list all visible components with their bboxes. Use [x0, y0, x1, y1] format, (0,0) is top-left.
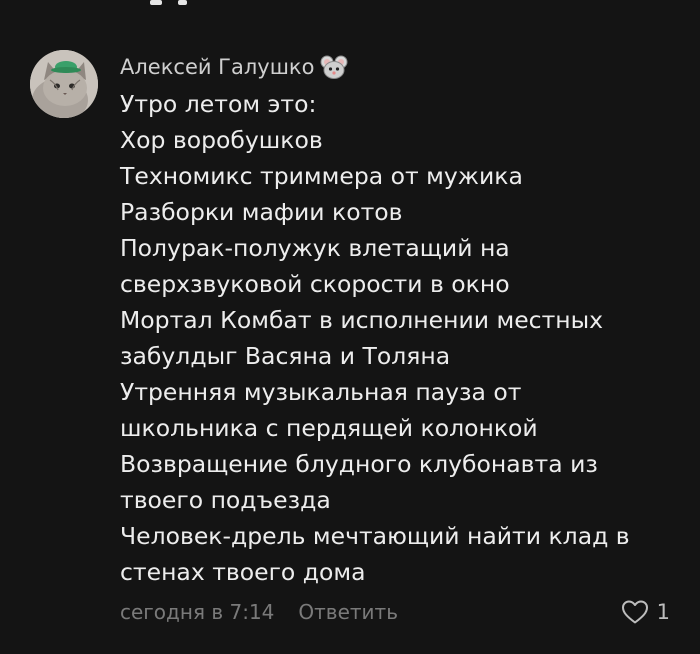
- comment-line: Полурак-полужук влетащий на: [120, 234, 510, 262]
- comment-line: стенах твоего дома: [120, 558, 366, 586]
- comment-line: Разборки мафии котов: [120, 198, 403, 226]
- timestamp: сегодня в 7:14: [120, 600, 275, 624]
- avatar[interactable]: [30, 50, 98, 118]
- like-button[interactable]: 1: [621, 597, 670, 627]
- comment-line: школьника с пердящей колонкой: [120, 414, 538, 442]
- comment-line: Человек-дрель мечтающий найти клад в: [120, 522, 630, 550]
- comment-line: Мортал Комбат в исполнении местных: [120, 306, 604, 334]
- comment-line: Техномикс триммера от мужика: [120, 162, 523, 190]
- comment-line: забулдыг Васяна и Толяна: [120, 342, 451, 370]
- comment: Алексей Галушко Утро летом это: Хор воро…: [0, 0, 700, 654]
- like-count: 1: [656, 600, 670, 624]
- comment-line: Утренняя музыкальная пауза от: [120, 378, 522, 406]
- author-row: Алексей Галушко: [120, 52, 348, 82]
- comment-line: Возвращение блудного клубонавта из: [120, 450, 598, 478]
- comment-line: твоего подъезда: [120, 486, 331, 514]
- comment-footer: сегодня в 7:14 Ответить 1: [120, 597, 700, 627]
- comment-text: Утро летом это: Хор воробушков Техномикс…: [120, 86, 695, 590]
- cat-avatar-icon: [30, 50, 98, 118]
- mouse-icon: [320, 54, 348, 80]
- heart-outline-icon: [621, 599, 649, 625]
- author-name[interactable]: Алексей Галушко: [120, 52, 314, 82]
- reply-button[interactable]: Ответить: [298, 600, 398, 624]
- comment-line: Утро летом это:: [120, 90, 317, 118]
- comment-line: Хор воробушков: [120, 126, 323, 154]
- comment-line: сверхзвуковой скорости в окно: [120, 270, 510, 298]
